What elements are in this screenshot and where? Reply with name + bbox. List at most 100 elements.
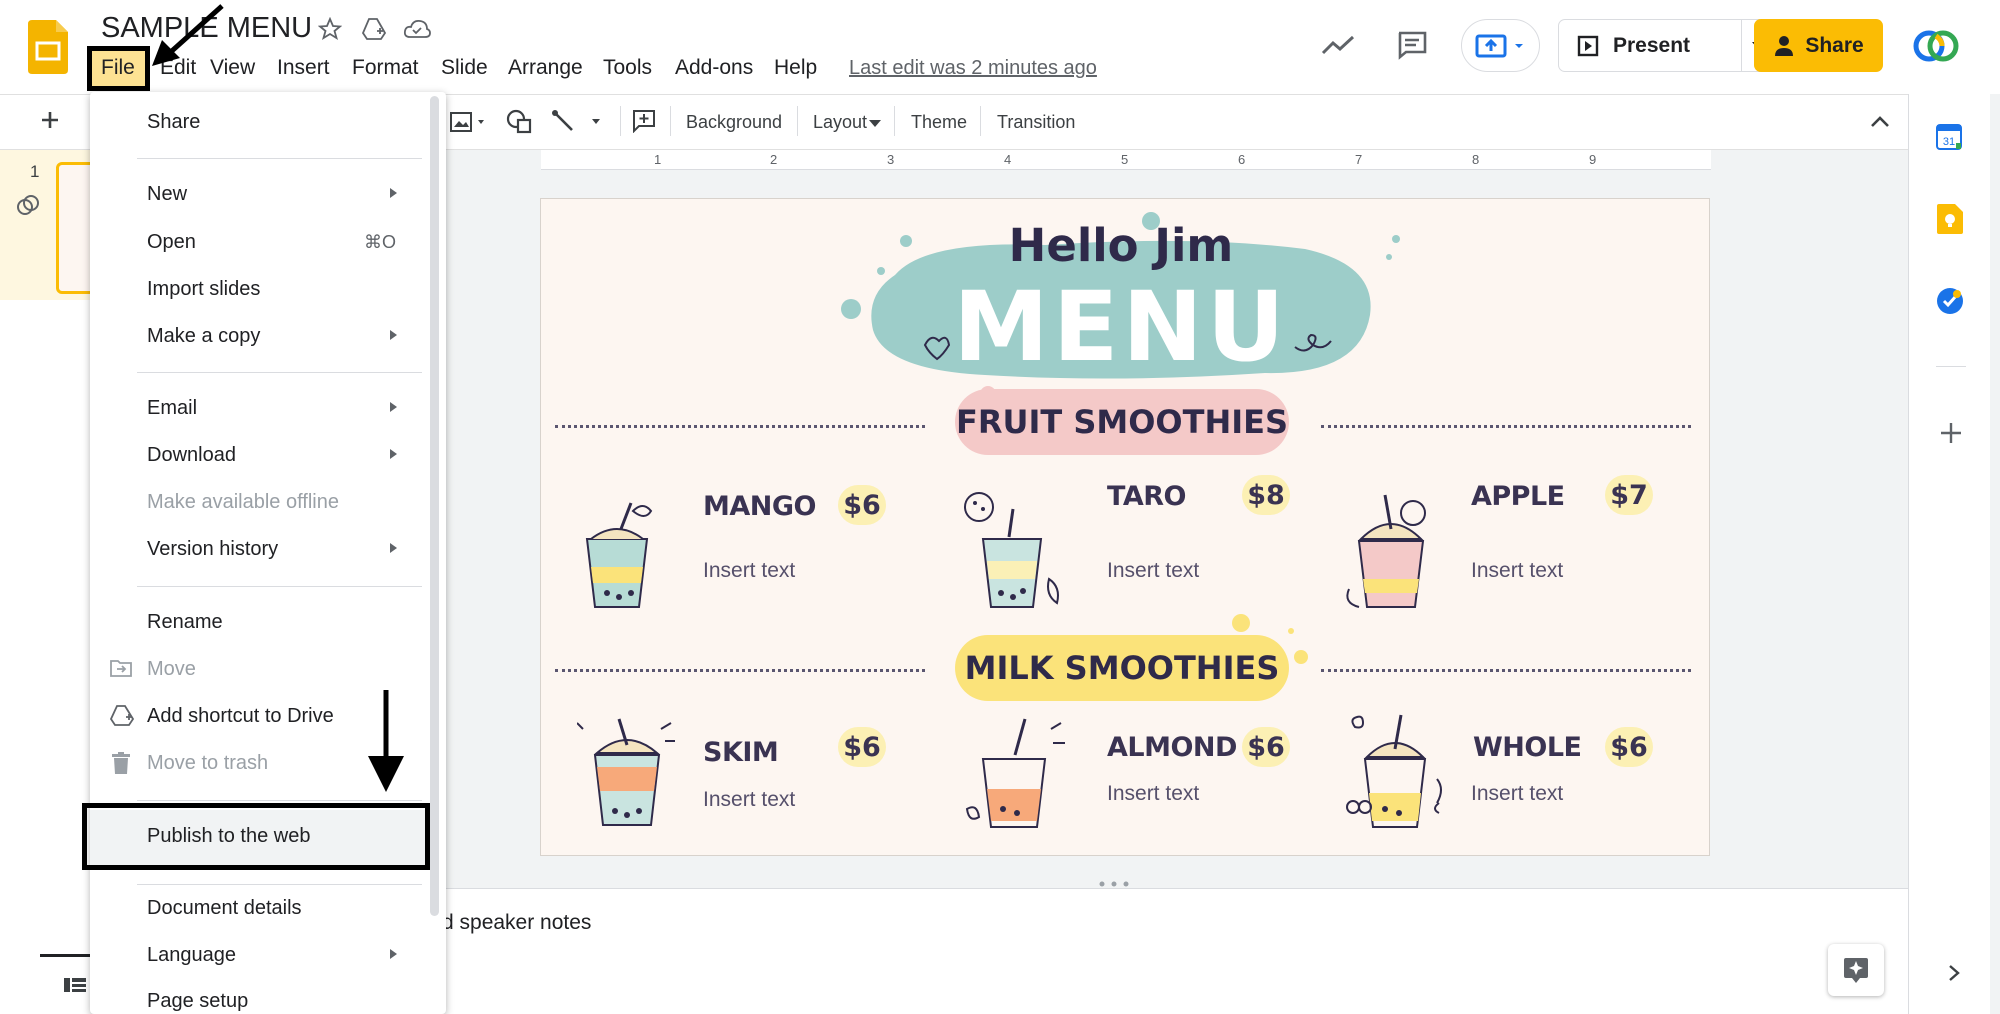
filmstrip-bottom-line: [40, 954, 90, 957]
present-icon: [1577, 35, 1599, 56]
shape-icon[interactable]: [506, 108, 534, 134]
new-slide-icon[interactable]: [40, 110, 60, 130]
taro-drink-icon: [964, 492, 1059, 608]
item-price-whole: $6: [1605, 727, 1653, 767]
item-text-skim[interactable]: Insert text: [703, 788, 795, 812]
theme-button[interactable]: Theme: [911, 112, 967, 133]
ruler-mark: 4: [1004, 152, 1012, 167]
open-shortcut: ⌘O: [364, 232, 397, 252]
trash-icon: [112, 752, 130, 774]
keep-icon[interactable]: [1937, 204, 1963, 234]
menu-item-version-history[interactable]: Version history: [147, 538, 278, 561]
fruit-section-title: FRUIT SMOOTHIES: [955, 403, 1289, 441]
menu-item-make-available-offline: Make available offline: [147, 491, 339, 513]
account-logo-icon: [1913, 30, 1959, 62]
item-name-almond: ALMOND: [1107, 732, 1237, 763]
present-to-meeting-button[interactable]: [1461, 19, 1540, 72]
menu-item-make-copy[interactable]: Make a copy: [147, 325, 260, 348]
toolbar-separator: [894, 106, 895, 136]
mango-drink-icon: [585, 502, 653, 608]
menu-separator: [137, 372, 422, 373]
ruler-mark: 1: [654, 152, 662, 167]
star-icon[interactable]: [318, 17, 342, 41]
menu-help[interactable]: Help: [774, 56, 817, 80]
menu-separator: [137, 586, 422, 587]
add-comment-icon[interactable]: [632, 109, 656, 133]
menu-separator: [137, 158, 422, 159]
menu-tools[interactable]: Tools: [603, 56, 652, 80]
menu-item-document-details[interactable]: Document details: [147, 897, 302, 920]
collapse-toolbar-icon[interactable]: [1870, 114, 1890, 128]
ruler-mark: 5: [1121, 152, 1129, 167]
menu-item-rename[interactable]: Rename: [147, 611, 223, 634]
cloud-status-icon[interactable]: [403, 18, 431, 40]
account-avatar[interactable]: [1912, 26, 1960, 66]
right-scrollbar[interactable]: [1990, 94, 2000, 1014]
slide-number: 1: [30, 162, 40, 181]
add-addon-icon[interactable]: [1940, 422, 1962, 444]
item-price-skim: $6: [838, 727, 886, 767]
item-text-taro[interactable]: Insert text: [1107, 559, 1199, 583]
tasks-icon[interactable]: [1936, 287, 1964, 315]
toolbar-separator: [797, 106, 798, 136]
expand-panel-icon[interactable]: [1948, 964, 1960, 982]
ruler-mark: 6: [1238, 152, 1246, 167]
item-text-mango[interactable]: Insert text: [703, 559, 795, 583]
dotted-divider: [555, 669, 925, 672]
share-people-icon: [1775, 35, 1794, 56]
menu-insert[interactable]: Insert: [277, 56, 330, 80]
layout-dropdown-icon[interactable]: [869, 120, 881, 127]
item-price-almond: $6: [1242, 727, 1290, 767]
calendar-icon[interactable]: 31: [1936, 122, 1962, 150]
menu-format[interactable]: Format: [352, 56, 419, 80]
notes-resize-handle[interactable]: [1098, 880, 1130, 888]
move-icon: [110, 659, 132, 677]
speaker-notes-panel[interactable]: [440, 888, 1908, 1014]
menu-item-move-to-trash: Move to trash: [147, 752, 269, 774]
last-edit-link[interactable]: Last edit was 2 minutes ago: [849, 57, 1097, 80]
slides-logo[interactable]: [28, 20, 68, 74]
ruler-mark: 2: [770, 152, 778, 167]
menu-item-email[interactable]: Email: [147, 397, 197, 420]
svg-text:31: 31: [1943, 136, 1955, 148]
present-button[interactable]: Present: [1558, 19, 1742, 72]
submenu-arrow-icon: [390, 330, 397, 340]
explore-button[interactable]: [1828, 944, 1884, 996]
menu-item-language[interactable]: Language: [147, 944, 236, 967]
layout-button[interactable]: Layout: [813, 112, 867, 133]
item-text-whole[interactable]: Insert text: [1471, 782, 1563, 806]
apple-drink-icon: [1346, 494, 1426, 608]
item-name-taro: TARO: [1107, 481, 1186, 512]
ruler: 1 2 3 4 5 6 7 8 9: [541, 150, 1711, 170]
menu-item-new[interactable]: New: [147, 183, 187, 206]
annotation-arrow-file: [150, 0, 230, 70]
annotation-publish-box: [82, 803, 430, 870]
share-button[interactable]: Share: [1754, 19, 1883, 72]
menu-addons[interactable]: Add-ons: [675, 56, 753, 80]
menu-item-share[interactable]: Share: [147, 111, 200, 134]
transition-button[interactable]: Transition: [997, 112, 1075, 133]
activity-icon[interactable]: [1321, 33, 1355, 57]
background-button[interactable]: Background: [686, 112, 782, 133]
comments-icon[interactable]: [1396, 30, 1428, 60]
ruler-mark: 7: [1355, 152, 1363, 167]
menu-item-download[interactable]: Download: [147, 444, 236, 467]
menu-slide[interactable]: Slide: [441, 56, 488, 80]
image-icon[interactable]: [450, 112, 486, 132]
menu-arrange[interactable]: Arrange: [508, 56, 583, 80]
speaker-notes-placeholder[interactable]: d speaker notes: [442, 911, 591, 935]
item-text-apple[interactable]: Insert text: [1471, 559, 1563, 583]
menu-item-page-setup[interactable]: Page setup: [147, 990, 248, 1013]
line-icon[interactable]: [552, 110, 604, 132]
ruler-mark: 3: [887, 152, 895, 167]
menu-item-open[interactable]: Open: [147, 231, 196, 254]
menu-item-add-shortcut[interactable]: Add shortcut to Drive: [147, 705, 334, 728]
menu-scrollbar[interactable]: [430, 96, 439, 916]
grid-view-icon[interactable]: [64, 976, 86, 994]
submenu-arrow-icon: [390, 949, 397, 959]
menu-item-import-slides[interactable]: Import slides: [147, 278, 260, 301]
item-text-almond[interactable]: Insert text: [1107, 782, 1199, 806]
submenu-arrow-icon: [390, 402, 397, 412]
move-to-drive-icon[interactable]: [361, 17, 387, 41]
slide-canvas[interactable]: Hello Jim MENU FRUIT SMOOTHIES MILK SMOO…: [540, 198, 1710, 856]
